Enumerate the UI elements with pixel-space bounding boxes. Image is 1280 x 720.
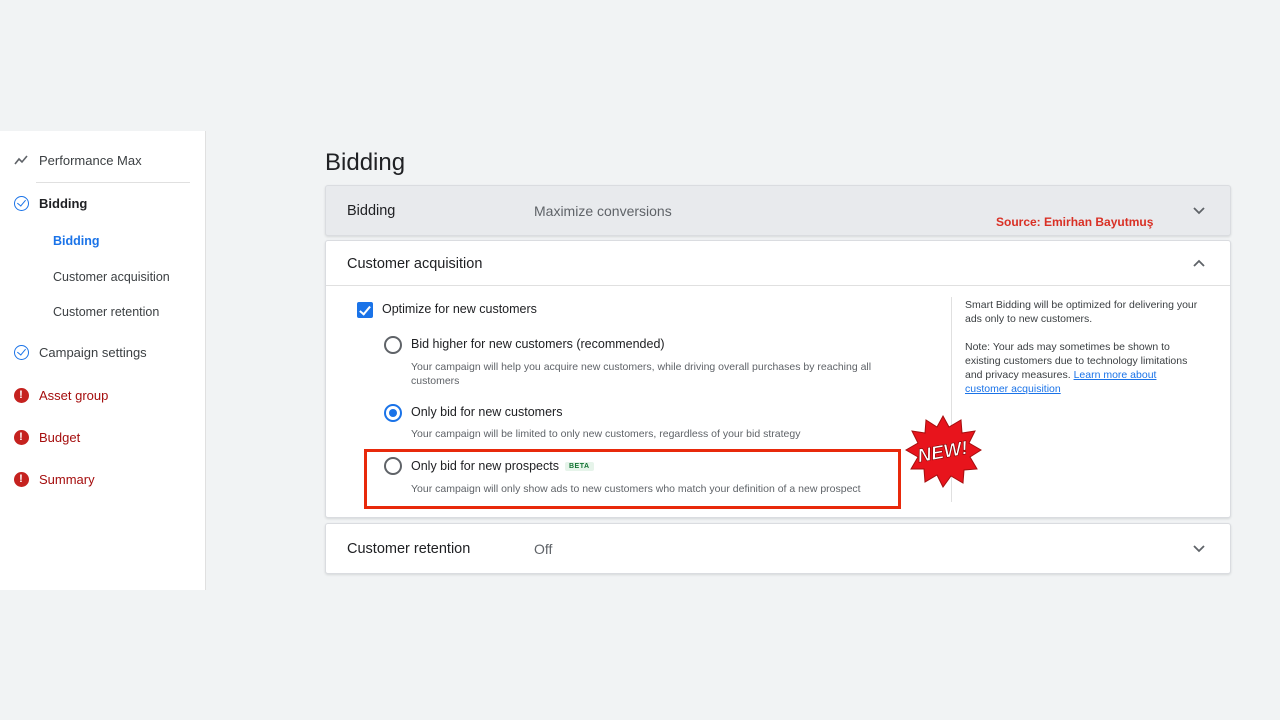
sidebar-item-label: Performance Max (39, 152, 142, 168)
radio-label: Only bid for new customers (411, 405, 563, 419)
sidebar-item-budget[interactable]: ! Budget (12, 428, 80, 446)
check-circle-icon (13, 195, 29, 211)
sidebar-item-bidding[interactable]: Bidding (12, 194, 87, 212)
sidebar-item-label: Budget (39, 429, 81, 445)
panel-title: Customer acquisition (347, 256, 483, 272)
optimize-new-customers-checkbox[interactable] (357, 302, 373, 318)
radio-bid-higher[interactable] (384, 336, 402, 354)
checkbox-label: Optimize for new customers (382, 302, 537, 316)
trending-icon (12, 151, 30, 169)
chevron-down-icon[interactable] (1192, 542, 1206, 556)
panel-title: Bidding (347, 203, 396, 219)
sidebar-item-label: Bidding (39, 195, 88, 211)
panel-value: Maximize conversions (534, 203, 672, 219)
sidebar-divider (36, 182, 190, 183)
source-credit: Source: Emirhan Bayutmuş (996, 215, 1154, 229)
error-icon: ! (13, 387, 29, 403)
sidebar-item-summary[interactable]: ! Summary (12, 470, 95, 488)
panel-value: Off (534, 541, 553, 557)
sidebar-item-asset-group[interactable]: ! Asset group (12, 386, 108, 404)
chevron-up-icon[interactable] (1192, 256, 1206, 270)
chevron-down-icon[interactable] (1192, 204, 1206, 218)
sidebar-subitem-customer-acquisition[interactable]: Customer acquisition (53, 270, 170, 284)
panel-title: Customer retention (347, 541, 471, 557)
sidebar-item-campaign-settings[interactable]: Campaign settings (12, 343, 147, 361)
divider (326, 285, 1230, 286)
radio-only-new-customers[interactable] (384, 404, 402, 422)
error-icon: ! (13, 471, 29, 487)
radio-description: Your campaign will be limited to only ne… (411, 428, 801, 440)
sidebar-subitem-bidding[interactable]: Bidding (53, 234, 100, 248)
sidebar-item-label: Asset group (39, 387, 109, 403)
sidebar-subitem-customer-retention[interactable]: Customer retention (53, 305, 159, 319)
new-starburst-icon: NEW! (903, 414, 983, 490)
radio-description: Your campaign will help you acquire new … (411, 361, 872, 387)
error-icon: ! (13, 429, 29, 445)
check-circle-icon (13, 344, 29, 360)
bidding-panel[interactable]: Bidding Maximize conversions Source: Emi… (325, 185, 1231, 236)
customer-retention-panel[interactable]: Customer retention Off (325, 523, 1231, 574)
sidebar-item-label: Campaign settings (39, 344, 147, 360)
side-note-text: Note: Your ads may sometimes be shown to… (965, 340, 1200, 396)
sidebar-item-label: Summary (39, 471, 95, 487)
sidebar-item-performance-max[interactable]: Performance Max (12, 151, 142, 169)
side-note-text: Smart Bidding will be optimized for deli… (965, 299, 1198, 325)
radio-label: Bid higher for new customers (recommende… (411, 337, 665, 351)
highlight-box (364, 449, 901, 509)
page-title: Bidding (325, 149, 406, 176)
